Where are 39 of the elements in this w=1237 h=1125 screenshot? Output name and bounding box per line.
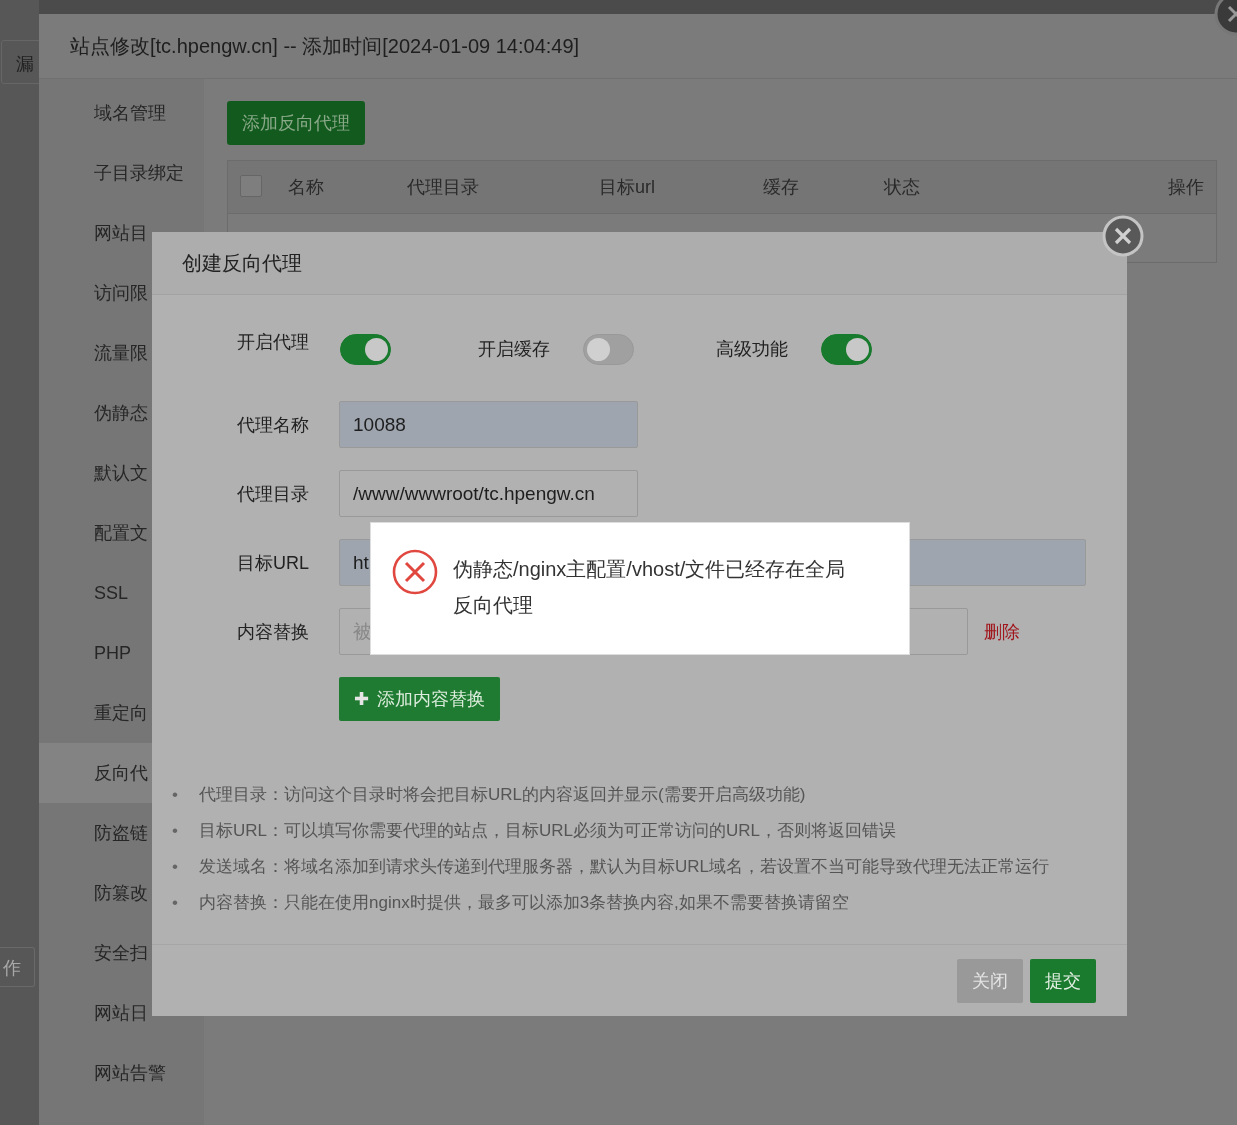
column-header: 名称 [288, 176, 324, 199]
field-label: 目标URL [237, 551, 310, 575]
select-all-checkbox[interactable] [240, 175, 262, 197]
toggle-switch[interactable] [821, 333, 872, 365]
help-note: 内容替换：只能在使用nginx时提供，最多可以添加3条替换内容,如果不需要替换请留空 [199, 892, 849, 914]
bullet: • [172, 856, 179, 878]
toggle-label: 开启代理 [237, 331, 310, 354]
delete-link[interactable]: 删除 [984, 619, 1020, 644]
toggle-label: 高级功能 [716, 338, 789, 361]
column-header: 操作 [1168, 176, 1204, 199]
dialog-title: 创建反向代理 [182, 250, 302, 276]
column-header: 缓存 [763, 176, 799, 199]
close-icon[interactable] [1101, 214, 1145, 258]
field-label: 内容替换 [237, 620, 310, 644]
help-note: 发送域名：将域名添加到请求头传递到代理服务器，默认为目标URL域名，若设置不当可能导致代理无法正常运行 [199, 856, 1049, 878]
add-replace-button[interactable]: ✚ 添加内容替换 [339, 677, 501, 721]
bullet: • [172, 892, 179, 914]
background-button[interactable]: 作 [0, 947, 35, 987]
submit-button[interactable]: 提交 [1030, 958, 1096, 1003]
add-proxy-button[interactable]: 添加反向代理 [227, 101, 365, 145]
column-header: 代理目录 [407, 176, 479, 199]
bullet: • [172, 820, 179, 842]
field-label: 代理目录 [237, 482, 310, 506]
error-icon [392, 549, 438, 595]
column-header: 目标url [599, 176, 655, 199]
close-button[interactable]: 关闭 [957, 958, 1023, 1003]
toggle-switch[interactable] [583, 333, 634, 365]
input-field[interactable]: /www/wwwroot/tc.hpengw.cn [339, 470, 638, 517]
column-header: 状态 [884, 176, 920, 199]
dialog-title: 站点修改[tc.hpengw.cn] -- 添加时间[2024-01-09 14:04:49] [70, 33, 580, 59]
bullet: • [172, 784, 179, 806]
sidebar-item[interactable]: 域名管理 [39, 83, 204, 143]
toggle-switch[interactable] [340, 333, 391, 365]
sidebar-item[interactable]: 子目录绑定 [39, 143, 204, 203]
toggle-label: 开启缓存 [478, 338, 551, 361]
help-note: 目标URL：可以填写你需要代理的站点，目标URL必须为可正常访问的URL，否则将返回错误 [199, 820, 897, 842]
field-label: 代理名称 [237, 413, 310, 437]
error-message: 伪静态/nginx主配置/vhost/文件已经存在全局反向代理 [453, 557, 847, 618]
sidebar-item[interactable]: 网站告警 [39, 1043, 204, 1103]
